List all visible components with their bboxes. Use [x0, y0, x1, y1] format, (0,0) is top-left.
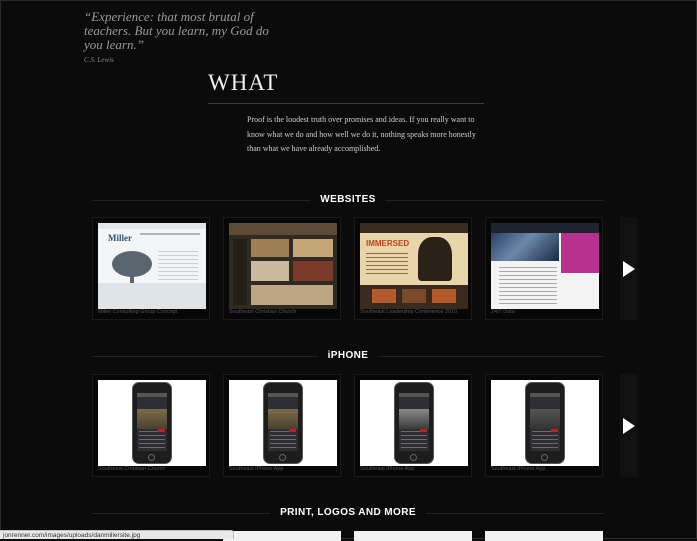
portfolio-item-website[interactable]: 24/7 Data [485, 217, 603, 320]
website-thumbnail[interactable]: IMMERSED [360, 223, 468, 309]
section-heading-iphone: iPHONE [92, 348, 604, 364]
website-thumbnail[interactable] [491, 223, 599, 309]
portfolio-item-website[interactable]: Southeast Christian Church [223, 217, 341, 320]
item-caption: Miller Consulting Group Concept [98, 309, 178, 315]
browser-status-bar: jonrenner.com/images/uploads/danmillersi… [0, 530, 234, 539]
quote-block: “Experience: that most brutal of teacher… [84, 9, 274, 65]
quote-author: C.S. Lewis [84, 56, 114, 64]
portfolio-item-iphone[interactable]: Southeast Christian Church [92, 374, 210, 477]
iphone-icon [394, 382, 434, 464]
portfolio-item-iphone[interactable]: Southeast iPhone App [485, 374, 603, 477]
iphone-thumbnail[interactable] [360, 380, 468, 466]
iphone-thumbnail[interactable] [229, 380, 337, 466]
intro-paragraph: Proof is the loudest truth over promises… [247, 115, 476, 153]
item-caption: Southeast iPhone App [360, 466, 415, 472]
section-heading-websites: WEBSITES [92, 192, 604, 208]
iphone-icon [525, 382, 565, 464]
section-label: PRINT, LOGOS AND MORE [270, 505, 426, 521]
website-thumbnail[interactable]: Miller [98, 223, 206, 309]
iphone-thumbnail[interactable] [98, 380, 206, 466]
portfolio-item-iphone[interactable]: Southeast iPhone App [354, 374, 472, 477]
iphone-icon [132, 382, 172, 464]
iphone-thumbnail[interactable] [491, 380, 599, 466]
websites-next-button[interactable] [620, 217, 638, 320]
portfolio-item-website[interactable]: Miller Miller Consulting Group Concept [92, 217, 210, 320]
section-label: WEBSITES [310, 192, 386, 208]
section-label: iPHONE [317, 348, 379, 364]
portfolio-item-print[interactable] [354, 531, 472, 541]
item-caption: Southeast iPhone App [229, 466, 284, 472]
quote-text: “Experience: that most brutal of teacher… [84, 9, 269, 52]
arrow-right-icon [623, 261, 635, 277]
portfolio-item-print[interactable] [223, 531, 341, 541]
arrow-right-icon [623, 418, 635, 434]
portfolio-item-iphone[interactable]: Southeast iPhone App [223, 374, 341, 477]
website-thumbnail[interactable] [229, 223, 337, 309]
portfolio-item-print[interactable] [485, 531, 603, 541]
portfolio-item-website[interactable]: IMMERSED Southeast Leadership Conference… [354, 217, 472, 320]
item-caption: Southeast Christian Church [229, 309, 297, 315]
section-heading-print: PRINT, LOGOS AND MORE [92, 505, 604, 521]
page-title: WHAT [208, 70, 279, 95]
iphone-next-button[interactable] [620, 374, 638, 477]
item-caption: Southeast Christian Church [98, 466, 166, 472]
item-caption: 24/7 Data [491, 309, 515, 315]
title-divider [208, 103, 484, 104]
item-caption: Southeast Leadership Conference 2010 [360, 309, 458, 315]
iphone-icon [263, 382, 303, 464]
item-caption: Southeast iPhone App [491, 466, 546, 472]
